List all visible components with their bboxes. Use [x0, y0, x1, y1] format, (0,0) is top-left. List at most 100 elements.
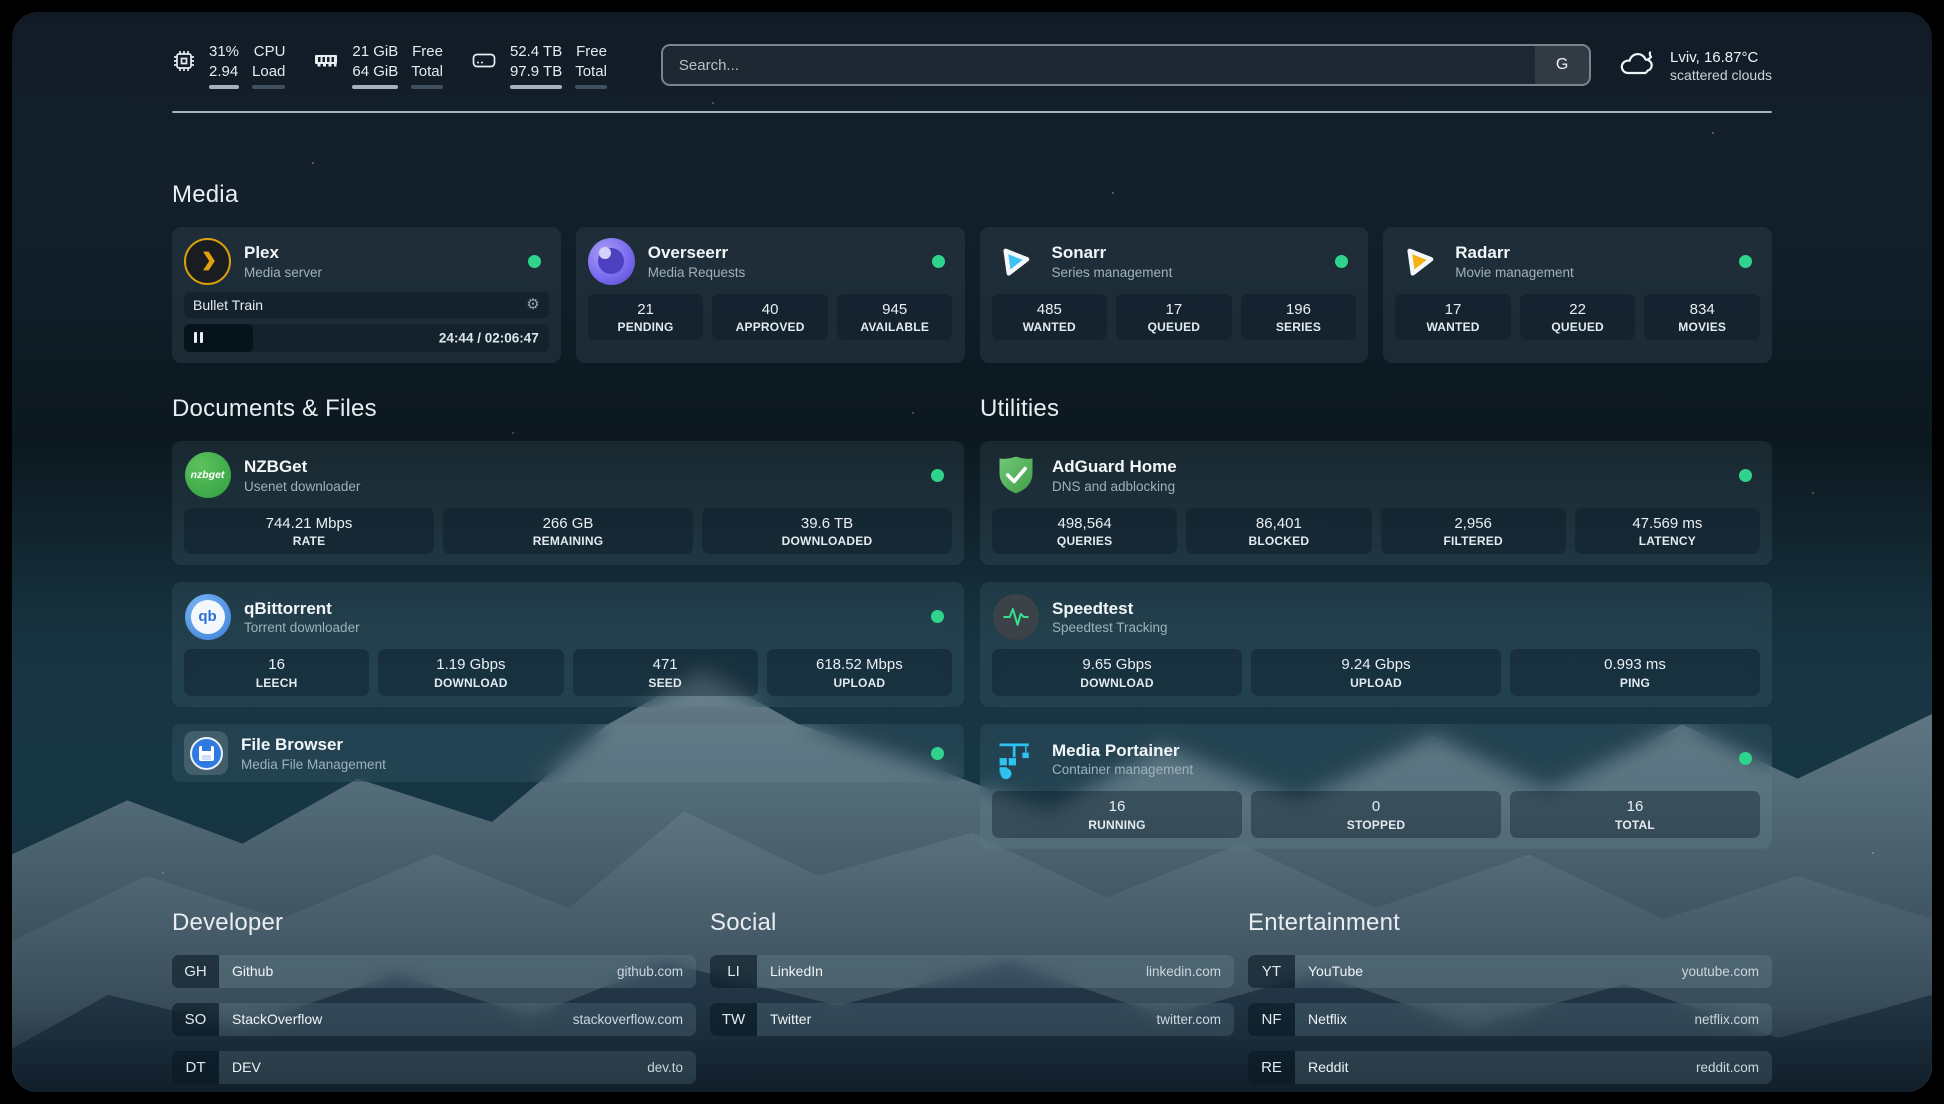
- bookmark-netflix[interactable]: NF Netflix netflix.com: [1248, 1003, 1772, 1036]
- bookmark-linkedin[interactable]: LI LinkedIn linkedin.com: [710, 955, 1234, 988]
- bookmark-dev[interactable]: DT DEV dev.to: [172, 1051, 696, 1084]
- bookmark-reddit[interactable]: RE Reddit reddit.com: [1248, 1051, 1772, 1084]
- overseerr-header: Overseerr Media Requests: [588, 238, 953, 285]
- sonarr-stats: 485 WANTED 17 QUEUED 196 SERIES: [992, 294, 1357, 341]
- resource-cpu: 31% 2.94 CPU Load: [172, 42, 285, 89]
- service-card-overseerr[interactable]: Overseerr Media Requests 21 PENDING 40 A…: [576, 227, 965, 363]
- search-input[interactable]: [663, 46, 1535, 84]
- bookmark-url: netflix.com: [1694, 1012, 1759, 1027]
- cpu-load: 2.94: [209, 62, 239, 82]
- service-card-adguard[interactable]: AdGuard Home DNS and adblocking 498,564 …: [980, 441, 1772, 566]
- stat-leech: 16 LEECH: [184, 649, 369, 696]
- cpu-labels: CPU Load: [252, 42, 285, 89]
- service-name: File Browser: [241, 734, 386, 755]
- service-card-nzbget[interactable]: nzbget NZBGet Usenet downloader 744.21 M…: [172, 441, 964, 566]
- disk-total: 97.9 TB: [510, 62, 562, 82]
- bookmark-stackoverflow[interactable]: SO StackOverflow stackoverflow.com: [172, 1003, 696, 1036]
- service-subtitle: Usenet downloader: [244, 479, 360, 494]
- service-card-portainer[interactable]: Media Portainer Container management 16 …: [980, 724, 1772, 849]
- disk-free: 52.4 TB: [510, 42, 562, 62]
- now-playing-progressbar[interactable]: 24:44 / 02:06:47: [184, 324, 549, 352]
- stat-series: 196 SERIES: [1241, 294, 1357, 341]
- status-dot: [1739, 752, 1752, 765]
- status-dot: [931, 610, 944, 623]
- bookmark-name: YouTube: [1308, 963, 1363, 979]
- middle-columns: Documents & Files nzbget NZBGet Usenet d…: [172, 395, 1772, 849]
- search-provider-button[interactable]: G: [1535, 46, 1589, 84]
- stat-wanted: 17 WANTED: [1395, 294, 1511, 341]
- bookmark-group-title: Social: [710, 909, 1234, 937]
- service-subtitle: Movie management: [1455, 265, 1574, 280]
- memory-icon: [313, 49, 339, 71]
- service-subtitle: Media Requests: [648, 265, 746, 280]
- nzbget-stats: 744.21 Mbps RATE 266 GB REMAINING 39.6 T…: [184, 508, 952, 555]
- stat-stopped: 0 STOPPED: [1251, 791, 1501, 838]
- disk-values: 52.4 TB 97.9 TB: [510, 42, 562, 89]
- search-bar: G: [661, 44, 1591, 86]
- weather-condition: scattered clouds: [1670, 67, 1772, 83]
- service-card-filebrowser[interactable]: File Browser Media File Management: [172, 724, 964, 782]
- sonarr-icon: [992, 238, 1039, 285]
- memory-meter-track: [411, 85, 443, 89]
- service-card-plex[interactable]: Plex Media server Bullet Train ⚙: [172, 227, 561, 363]
- service-card-radarr[interactable]: Radarr Movie management 17 WANTED 22 QUE…: [1383, 227, 1772, 363]
- service-name: Media Portainer: [1052, 740, 1193, 761]
- cpu-meter-track: [252, 85, 285, 89]
- bookmark-twitter[interactable]: TW Twitter twitter.com: [710, 1003, 1234, 1036]
- weather-text: Lviv, 16.87°C scattered clouds: [1670, 48, 1772, 84]
- bookmark-url: github.com: [617, 964, 683, 979]
- bookmark-url: dev.to: [647, 1060, 683, 1075]
- bookmark-name: Twitter: [770, 1011, 811, 1027]
- status-dot: [932, 255, 945, 268]
- nzbget-icon: nzbget: [184, 452, 231, 499]
- bookmark-group-entertainment: Entertainment YT YouTube youtube.com NF …: [1248, 909, 1772, 1084]
- bookmark-abbr: DT: [172, 1051, 219, 1084]
- portainer-stats: 16 RUNNING 0 STOPPED 16 TOTAL: [992, 791, 1760, 838]
- stat-available: 945 AVAILABLE: [837, 294, 953, 341]
- service-subtitle: Speedtest Tracking: [1052, 620, 1168, 635]
- section-utilities: Utilities: [980, 395, 1772, 849]
- stat-ping: 0.993 ms PING: [1510, 649, 1760, 696]
- section-media: Media Plex Media server Bullet: [172, 181, 1772, 363]
- service-subtitle: DNS and adblocking: [1052, 479, 1177, 494]
- cpu-meter: [209, 85, 239, 89]
- radarr-header: Radarr Movie management: [1395, 238, 1760, 285]
- service-name: qBittorrent: [244, 598, 360, 619]
- resource-memory: 21 GiB 64 GiB Free Total: [313, 42, 443, 89]
- bookmark-url: linkedin.com: [1146, 964, 1221, 979]
- memory-labels: Free Total: [411, 42, 443, 89]
- stat-approved: 40 APPROVED: [712, 294, 828, 341]
- service-card-speedtest[interactable]: Speedtest Speedtest Tracking 9.65 Gbps D…: [980, 582, 1772, 707]
- resource-disk: 52.4 TB 97.9 TB Free Total: [471, 42, 607, 89]
- stat-latency: 47.569 ms LATENCY: [1575, 508, 1760, 555]
- service-card-sonarr[interactable]: Sonarr Series management 485 WANTED 17 Q…: [980, 227, 1369, 363]
- stat-queued: 22 QUEUED: [1520, 294, 1636, 341]
- homepage-dashboard: 31% 2.94 CPU Load: [12, 12, 1932, 1092]
- bookmark-name: LinkedIn: [770, 963, 823, 979]
- stat-movies: 834 MOVIES: [1644, 294, 1760, 341]
- plex-title-block: Plex Media server: [244, 242, 322, 279]
- service-subtitle: Container management: [1052, 762, 1193, 777]
- bookmark-github[interactable]: GH Github github.com: [172, 955, 696, 988]
- bookmark-name: Netflix: [1308, 1011, 1347, 1027]
- weather-location-temp: Lviv, 16.87°C: [1670, 48, 1772, 68]
- service-card-qbittorrent[interactable]: qb qBittorrent Torrent downloader 16: [172, 582, 964, 707]
- progress-fill: [184, 324, 253, 352]
- cpu-chip-icon: [172, 49, 196, 73]
- gear-icon[interactable]: ⚙: [526, 297, 539, 312]
- bookmark-url: youtube.com: [1682, 964, 1759, 979]
- status-dot: [1739, 255, 1752, 268]
- bookmark-youtube[interactable]: YT YouTube youtube.com: [1248, 955, 1772, 988]
- overseerr-stats: 21 PENDING 40 APPROVED 945 AVAILABLE: [588, 294, 953, 341]
- cloud-icon: [1617, 47, 1657, 84]
- header-divider: [172, 111, 1772, 113]
- weather-widget[interactable]: Lviv, 16.87°C scattered clouds: [1617, 47, 1772, 84]
- bookmark-url: stackoverflow.com: [573, 1012, 683, 1027]
- overseerr-icon: [588, 238, 635, 285]
- bookmark-abbr: TW: [710, 1003, 757, 1036]
- stat-upload: 618.52 Mbps UPLOAD: [767, 649, 952, 696]
- service-name: Radarr: [1455, 242, 1574, 263]
- disk-icon: [471, 49, 497, 71]
- status-dot: [931, 747, 944, 760]
- bookmark-abbr: NF: [1248, 1003, 1295, 1036]
